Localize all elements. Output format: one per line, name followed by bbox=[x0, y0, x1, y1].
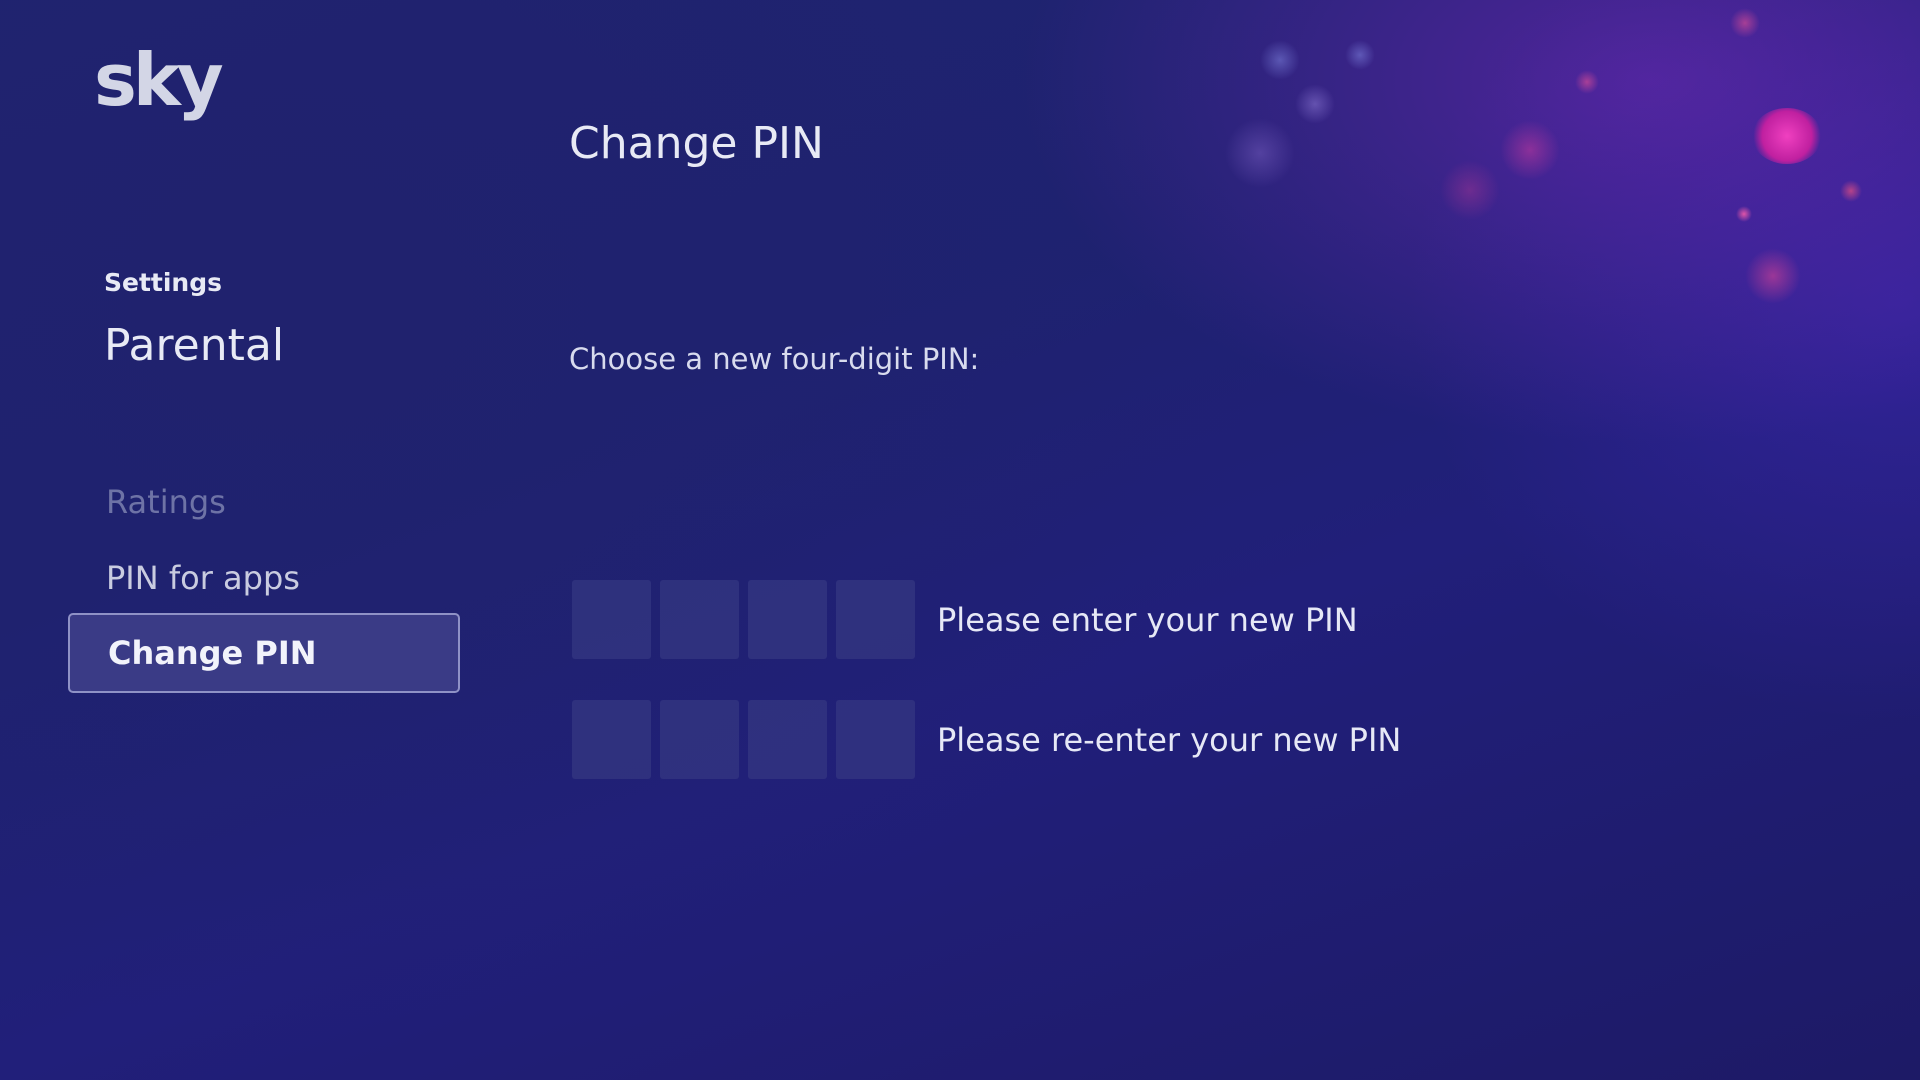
sidebar-item-change-pin[interactable]: Change PIN bbox=[68, 613, 460, 693]
pin-instruction: Choose a new four-digit PIN: bbox=[569, 342, 980, 376]
confirm-pin-digit-3[interactable] bbox=[748, 700, 827, 779]
new-pin-digit-2[interactable] bbox=[660, 580, 739, 659]
confirm-pin-label: Please re-enter your new PIN bbox=[937, 720, 1402, 759]
page-title: Change PIN bbox=[569, 118, 824, 169]
sidebar-item-label: Change PIN bbox=[108, 634, 317, 672]
confirm-pin-digit-2[interactable] bbox=[660, 700, 739, 779]
sidebar-item-ratings[interactable]: Ratings bbox=[68, 464, 460, 540]
section-title-parental: Parental bbox=[104, 320, 285, 371]
confirm-pin-entry: Please re-enter your new PIN bbox=[572, 700, 1401, 779]
sidebar-item-label: Ratings bbox=[106, 483, 226, 521]
new-pin-entry: Please enter your new PIN bbox=[572, 580, 1358, 659]
confirm-pin-digit-4[interactable] bbox=[836, 700, 915, 779]
new-pin-digit-4[interactable] bbox=[836, 580, 915, 659]
settings-label: Settings bbox=[104, 268, 223, 297]
sidebar-item-label: PIN for apps bbox=[106, 559, 300, 597]
new-pin-label: Please enter your new PIN bbox=[937, 600, 1358, 639]
sky-logo: sky bbox=[94, 38, 224, 122]
confirm-pin-digit-1[interactable] bbox=[572, 700, 651, 779]
new-pin-digit-1[interactable] bbox=[572, 580, 651, 659]
sidebar-item-pin-for-apps[interactable]: PIN for apps bbox=[68, 540, 460, 616]
new-pin-digit-3[interactable] bbox=[748, 580, 827, 659]
